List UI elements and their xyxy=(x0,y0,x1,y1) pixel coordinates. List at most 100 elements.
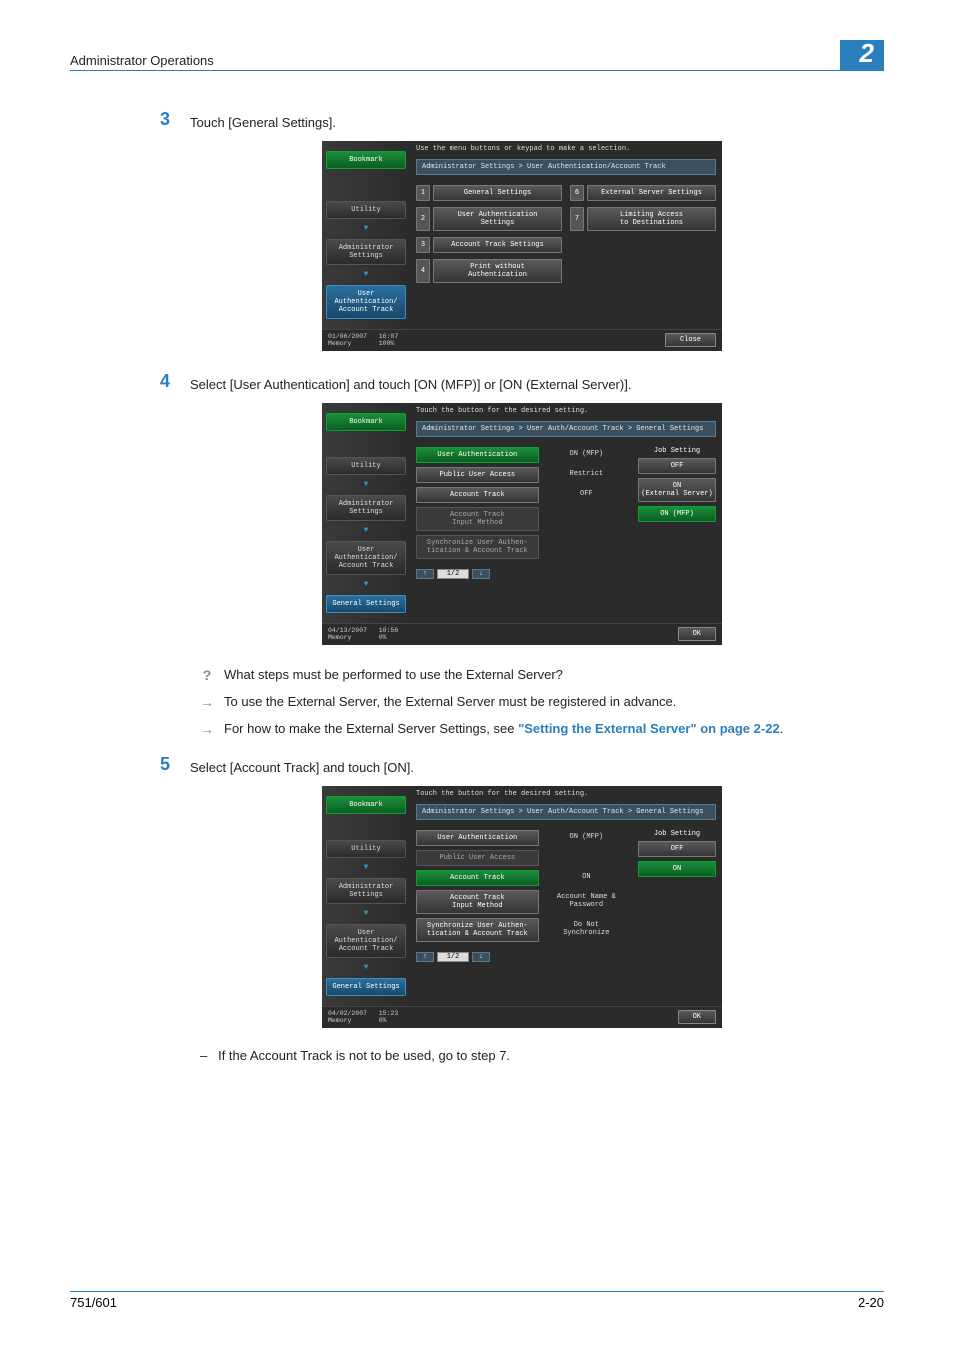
account-track-value: ON xyxy=(543,870,630,886)
page-header: Administrator Operations 2 xyxy=(70,40,884,71)
page-down-icon[interactable]: ↓ xyxy=(472,952,490,962)
pager: ↑ 1/2 ↓ xyxy=(416,952,630,962)
account-track-row[interactable]: Account Track xyxy=(416,487,539,503)
account-track-value: OFF xyxy=(543,487,630,503)
public-user-row: Public User Access xyxy=(416,850,539,866)
arrow-down-icon: ▼ xyxy=(326,527,406,535)
user-auth-account-track-button[interactable]: User Authentication/ Account Track xyxy=(326,541,406,575)
sync-row: Synchronize User Authen- tication & Acco… xyxy=(416,535,539,559)
page-up-icon[interactable]: ↑ xyxy=(416,952,434,962)
job-on-button[interactable]: ON xyxy=(638,861,716,877)
public-user-value: Restrict xyxy=(543,467,630,483)
arrow-down-icon: ▼ xyxy=(326,481,406,489)
header-title: Administrator Operations xyxy=(70,53,214,70)
menu-item-4[interactable]: 4Print without Authentication xyxy=(416,259,562,283)
ok-button[interactable]: OK xyxy=(678,627,716,641)
footer-page-number: 2-20 xyxy=(858,1295,884,1310)
user-auth-row[interactable]: User Authentication xyxy=(416,447,539,463)
ok-button[interactable]: OK xyxy=(678,1010,716,1024)
menu-item-3[interactable]: 3Account Track Settings xyxy=(416,237,562,253)
menu-item-2[interactable]: 2User Authentication Settings xyxy=(416,207,562,231)
external-server-link[interactable]: "Setting the External Server" on page 2-… xyxy=(518,721,780,736)
screen1-footer-info: 01/06/2007 16:07 Memory 100% xyxy=(328,333,398,349)
bookmark-button[interactable]: Bookmark xyxy=(326,413,406,431)
admin-settings-button[interactable]: Administrator Settings xyxy=(326,495,406,521)
answer-row-2: → For how to make the External Server Se… xyxy=(200,719,884,740)
arrow-right-icon: → xyxy=(200,692,214,713)
bookmark-button[interactable]: Bookmark xyxy=(326,796,406,814)
step-text: Select [Account Track] and touch [ON]. xyxy=(190,754,414,778)
screen1-breadcrumb: Administrator Settings > User Authentica… xyxy=(416,159,716,175)
question-row: ? What steps must be performed to use th… xyxy=(200,665,884,686)
chapter-number: 2 xyxy=(840,40,884,70)
screen3-breadcrumb: Administrator Settings > User Auth/Accou… xyxy=(416,804,716,820)
substep-5-note: – If the Account Track is not to be used… xyxy=(200,1048,884,1063)
screen1-sidebar: Bookmark Utility ▼ Administrator Setting… xyxy=(322,141,410,329)
sync-value: Do Not Synchronize xyxy=(543,918,630,942)
arrow-right-icon: → xyxy=(200,719,214,740)
answer-row-1: → To use the External Server, the Extern… xyxy=(200,692,884,713)
account-track-row[interactable]: Account Track xyxy=(416,870,539,886)
input-method-value: Account Name & Password xyxy=(543,890,630,914)
menu-item-1[interactable]: 1General Settings xyxy=(416,185,562,201)
close-button[interactable]: Close xyxy=(665,333,716,347)
screen2-instruction: Touch the button for the desired setting… xyxy=(416,407,716,415)
input-method-row: Account Track Input Method xyxy=(416,507,539,531)
job-off-button[interactable]: OFF xyxy=(638,458,716,474)
screen2-footer-info: 04/13/2007 10:56 Memory 0% xyxy=(328,627,398,643)
admin-settings-button[interactable]: Administrator Settings xyxy=(326,878,406,904)
general-settings-button[interactable]: General Settings xyxy=(326,978,406,996)
user-auth-account-track-button[interactable]: User Authentication/ Account Track xyxy=(326,924,406,958)
step-number: 4 xyxy=(160,371,190,395)
job-setting-header: Job Setting xyxy=(638,447,716,455)
screen3-footer-info: 04/02/2007 15:23 Memory 0% xyxy=(328,1010,398,1026)
arrow-down-icon: ▼ xyxy=(326,964,406,972)
menu-item-7[interactable]: 7Limiting Access to Destinations xyxy=(570,207,716,231)
step-text: Select [User Authentication] and touch [… xyxy=(190,371,631,395)
question-icon: ? xyxy=(200,665,214,686)
utility-button[interactable]: Utility xyxy=(326,201,406,219)
job-on-external-button[interactable]: ON (External Server) xyxy=(638,478,716,502)
screen2-sidebar: Bookmark Utility ▼ Administrator Setting… xyxy=(322,403,410,623)
step-text: Touch [General Settings]. xyxy=(190,109,336,133)
arrow-down-icon: ▼ xyxy=(326,864,406,872)
utility-button[interactable]: Utility xyxy=(326,457,406,475)
arrow-down-icon: ▼ xyxy=(326,225,406,233)
screenshot-2: Bookmark Utility ▼ Administrator Setting… xyxy=(322,403,722,646)
step-4: 4 Select [User Authentication] and touch… xyxy=(160,371,884,395)
page-footer: 751/601 2-20 xyxy=(70,1291,884,1310)
screenshot-1: Bookmark Utility ▼ Administrator Setting… xyxy=(322,141,722,352)
arrow-down-icon: ▼ xyxy=(326,271,406,279)
user-auth-account-track-button[interactable]: User Authentication/ Account Track xyxy=(326,285,406,319)
user-auth-value: ON (MFP) xyxy=(543,830,630,846)
public-user-row[interactable]: Public User Access xyxy=(416,467,539,483)
step-5: 5 Select [Account Track] and touch [ON]. xyxy=(160,754,884,778)
utility-button[interactable]: Utility xyxy=(326,840,406,858)
screen3-instruction: Touch the button for the desired setting… xyxy=(416,790,716,798)
page-indicator: 1/2 xyxy=(437,569,469,579)
pager: ↑ 1/2 ↓ xyxy=(416,569,630,579)
screen3-sidebar: Bookmark Utility ▼ Administrator Setting… xyxy=(322,786,410,1006)
job-on-mfp-button[interactable]: ON (MFP) xyxy=(638,506,716,522)
admin-settings-button[interactable]: Administrator Settings xyxy=(326,239,406,265)
general-settings-button[interactable]: General Settings xyxy=(326,595,406,613)
page-up-icon[interactable]: ↑ xyxy=(416,569,434,579)
step-number: 3 xyxy=(160,109,190,133)
job-setting-header: Job Setting xyxy=(638,830,716,838)
menu-item-6[interactable]: 6External Server Settings xyxy=(570,185,716,201)
step-number: 5 xyxy=(160,754,190,778)
arrow-down-icon: ▼ xyxy=(326,910,406,918)
screen2-breadcrumb: Administrator Settings > User Auth/Accou… xyxy=(416,421,716,437)
page-down-icon[interactable]: ↓ xyxy=(472,569,490,579)
step-3: 3 Touch [General Settings]. xyxy=(160,109,884,133)
job-off-button[interactable]: OFF xyxy=(638,841,716,857)
footer-model: 751/601 xyxy=(70,1295,117,1310)
input-method-row[interactable]: Account Track Input Method xyxy=(416,890,539,914)
sync-row[interactable]: Synchronize User Authen- tication & Acco… xyxy=(416,918,539,942)
page-indicator: 1/2 xyxy=(437,952,469,962)
bookmark-button[interactable]: Bookmark xyxy=(326,151,406,169)
screen1-instruction: Use the menu buttons or keypad to make a… xyxy=(416,145,716,153)
user-auth-value: ON (MFP) xyxy=(543,447,630,463)
screenshot-3: Bookmark Utility ▼ Administrator Setting… xyxy=(322,786,722,1029)
user-auth-row[interactable]: User Authentication xyxy=(416,830,539,846)
